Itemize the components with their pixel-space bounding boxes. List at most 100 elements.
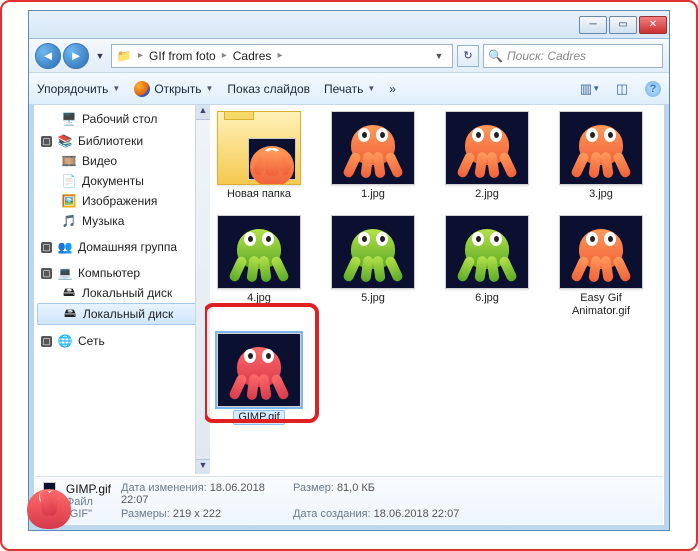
titlebar: ─ ▭ ✕ [29,11,669,39]
sidebar-item-video[interactable]: 🎞️Видео [35,151,204,171]
details-size-label: Размер: [293,482,334,494]
more-menu[interactable]: » [389,82,398,96]
file-item-2[interactable]: 2.jpg [439,111,535,201]
details-size-value: 81,0 КБ [337,482,375,494]
help-button[interactable]: ? [645,81,661,97]
chevron-right-icon: ▸ [222,50,227,61]
file-list-pane[interactable]: Новая папка 1.jpg 2.jpg 3.jpg 4.jpg [205,105,663,474]
breadcrumb-seg-2[interactable]: Cadres [233,49,272,63]
print-menu[interactable]: Печать▼ [324,82,375,96]
back-button[interactable]: ◄ [35,43,61,69]
search-placeholder: Поиск: Cadres [507,49,586,63]
preview-pane-button[interactable]: ◫ [613,80,631,98]
scroll-up-icon[interactable]: ▲ [196,105,205,120]
body-split: ▲ ▼ 🖥️ Рабочий стол ▢ 📚 Библиотеки 🎞️Вид… [35,105,663,474]
chevron-right-icon: ▸ [138,50,143,61]
file-label: 1.jpg [359,188,387,201]
sidebar-label: Библиотеки [78,134,143,148]
slideshow-button[interactable]: Показ слайдов [227,82,310,96]
file-item-3[interactable]: 3.jpg [553,111,649,201]
sidebar-label: Локальный диск [83,307,173,321]
address-bar[interactable]: 📁 ▸ GIf from foto ▸ Cadres ▸ ▼ [111,44,453,68]
file-label: 4.jpg [245,292,273,305]
sidebar-label: Домашняя группа [78,240,177,254]
computer-icon: 💻 [57,265,73,281]
sidebar-item-disk-c[interactable]: 🖴 Локальный диск [35,283,204,303]
file-item-5[interactable]: 5.jpg [325,215,421,318]
expand-icon: ▢ [41,336,52,347]
forward-button[interactable]: ► [63,43,89,69]
folder-thumb [217,111,301,185]
network-icon: 🌐 [57,333,73,349]
details-mod-label: Дата изменения: [121,482,207,494]
file-thumb [217,215,301,289]
desktop-icon: 🖥️ [61,111,77,127]
sidebar-item-pictures[interactable]: 🖼️ Изображения [35,191,204,211]
file-label: 2.jpg [473,188,501,201]
navigation-pane: ▲ ▼ 🖥️ Рабочий стол ▢ 📚 Библиотеки 🎞️Вид… [35,105,205,474]
close-button[interactable]: ✕ [639,16,667,34]
minimize-button[interactable]: ─ [579,16,607,34]
sidebar-label: Рабочий стол [82,112,157,126]
sidebar-item-homegroup[interactable]: ▢ 👥 Домашняя группа [35,237,204,257]
nav-history-dropdown[interactable]: ▼ [93,45,107,67]
slideshow-label: Показ слайдов [227,82,310,96]
expand-icon: ▢ [41,268,52,279]
libraries-icon: 📚 [57,133,73,149]
drive-icon: 🖴 [62,306,78,322]
command-bar: Упорядочить▼ Открыть▼ Показ слайдов Печа… [29,73,669,105]
sidebar-label: Документы [82,174,144,188]
sidebar-item-music[interactable]: 🎵Музыка [35,211,204,231]
search-icon: 🔍 [488,49,503,63]
file-thumb [445,215,529,289]
details-pane: GIMP.gif Файл "GIF" Дата изменения: 18.0… [35,476,663,524]
sidebar-item-documents[interactable]: 📄 Документы [35,171,204,191]
drive-icon: 🖴 [61,285,77,301]
file-item-6[interactable]: 6.jpg [439,215,535,318]
file-thumb [331,215,415,289]
sidebar-item-computer[interactable]: ▢ 💻 Компьютер [35,263,204,283]
sidebar-item-desktop[interactable]: 🖥️ Рабочий стол [35,109,204,129]
firefox-icon [134,81,150,97]
open-menu[interactable]: Открыть▼ [134,81,213,97]
sidebar-label: Сеть [78,334,105,348]
file-thumb [217,333,301,407]
file-grid: Новая папка 1.jpg 2.jpg 3.jpg 4.jpg [211,111,657,425]
sidebar-item-disk-d[interactable]: 🖴 Локальный диск [37,303,202,325]
scroll-down-icon[interactable]: ▼ [196,459,205,474]
file-item-1[interactable]: 1.jpg [325,111,421,201]
file-thumb [559,111,643,185]
sidebar-scrollbar[interactable]: ▲ ▼ [195,105,205,474]
file-label: Easy Gif Animator.gif [553,292,649,318]
video-icon: 🎞️ [61,153,77,169]
file-item-gimp[interactable]: GIMP.gif [211,333,307,425]
file-item-4[interactable]: 4.jpg [211,215,307,318]
file-item-easygif[interactable]: Easy Gif Animator.gif [553,215,649,318]
maximize-button[interactable]: ▭ [609,16,637,34]
details-filetype: Файл "GIF" [66,496,111,520]
details-thumb [43,482,56,520]
sidebar-item-libraries[interactable]: ▢ 📚 Библиотеки [35,131,204,151]
view-mode-button[interactable]: ▥ ▼ [581,80,599,98]
folder-icon: 📁 [116,48,132,64]
organize-menu[interactable]: Упорядочить▼ [37,82,120,96]
file-label: 3.jpg [587,188,615,201]
explorer-window: ─ ▭ ✕ ◄ ► ▼ 📁 ▸ GIf from foto ▸ Cadres ▸… [28,10,670,531]
details-dim-label: Размеры: [121,508,170,520]
sidebar-label: Изображения [82,194,157,208]
details-dim-value: 219 x 222 [173,508,221,520]
address-dropdown[interactable]: ▼ [430,51,448,61]
breadcrumb-seg-1[interactable]: GIf from foto [149,49,216,63]
details-created-label: Дата создания: [293,508,371,520]
sidebar-label: Компьютер [78,266,140,280]
sidebar-item-network[interactable]: ▢ 🌐 Сеть [35,331,204,351]
file-thumb [559,215,643,289]
chevron-right-icon: ▸ [277,50,282,61]
pictures-icon: 🖼️ [61,193,77,209]
sidebar-label: Локальный диск [82,286,172,300]
search-input[interactable]: 🔍 Поиск: Cadres [483,44,663,68]
file-label: GIMP.gif [233,410,284,425]
documents-icon: 📄 [61,173,77,189]
refresh-button[interactable]: ↻ [457,45,479,67]
folder-item[interactable]: Новая папка [211,111,307,201]
